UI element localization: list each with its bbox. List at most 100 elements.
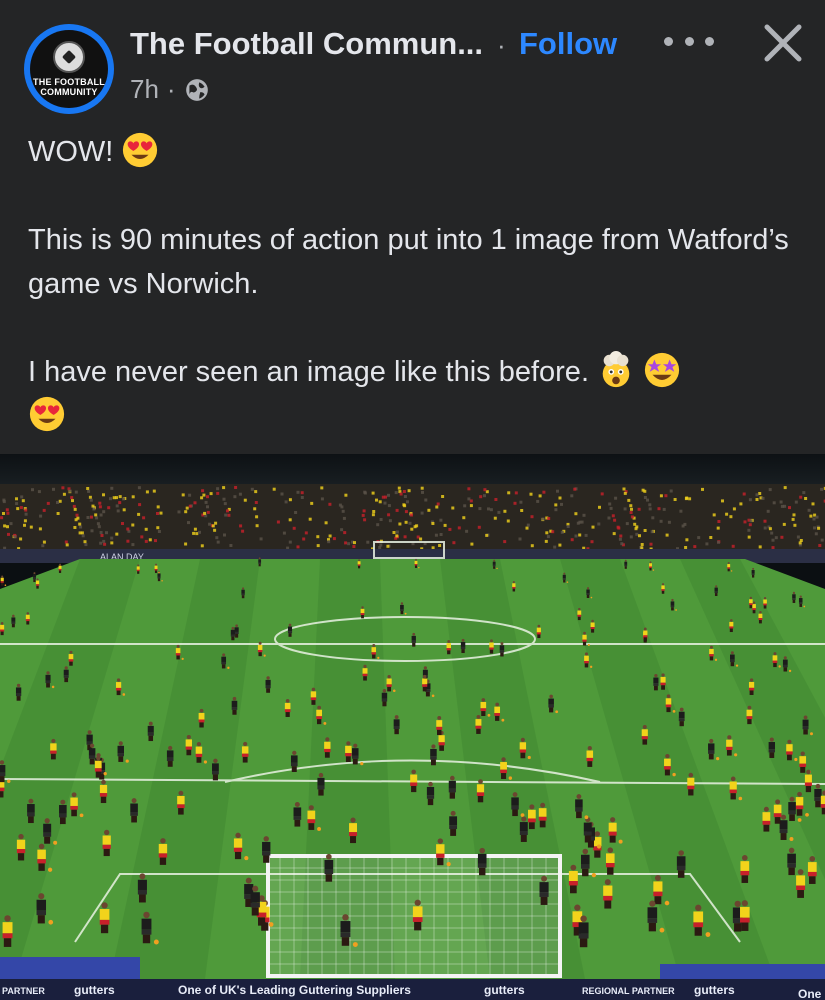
name-follow-separator: · (497, 30, 506, 60)
ad-board-bottom-left-graphic (0, 957, 140, 979)
ball (590, 596, 593, 599)
ball (810, 732, 813, 736)
ball (675, 609, 678, 611)
ball (501, 718, 505, 722)
player-figure (32, 572, 37, 583)
ball (487, 713, 491, 717)
post-line-description: This is 90 minutes of action put into 1 … (28, 224, 789, 300)
ball (734, 753, 738, 757)
football-icon (53, 41, 85, 73)
ball (735, 664, 739, 667)
ball (591, 873, 597, 878)
post-timestamp[interactable]: 7h (130, 74, 159, 105)
ball (730, 570, 733, 572)
page-avatar[interactable]: The Football Community (24, 24, 114, 114)
ball (47, 867, 53, 872)
crowd-stand (0, 484, 825, 559)
post-meta: 7h · (130, 74, 210, 105)
avatar-logo: The Football Community (30, 30, 108, 108)
post-text-never-seen: I have never seen an image like this bef… (28, 356, 589, 388)
stadium-composite-image: ALAN DAY PARTNER gutters One of UK's Lea… (0, 454, 825, 1000)
ball (418, 566, 420, 569)
ball (672, 710, 676, 713)
player-figure (58, 563, 62, 573)
ball (496, 567, 498, 570)
ball (508, 776, 513, 780)
ball (360, 761, 364, 766)
ball (797, 818, 802, 822)
ball (103, 772, 107, 776)
ball (705, 932, 711, 937)
ball (161, 579, 163, 582)
ball (714, 658, 718, 661)
ad-partner-text: PARTNER (2, 986, 45, 996)
ball (527, 755, 531, 760)
post-text-wow: WOW! (28, 136, 114, 168)
ad-one-text: One (798, 987, 822, 1000)
ball (584, 815, 589, 820)
ball (659, 927, 665, 933)
player-figure (0, 575, 4, 586)
ball (664, 900, 670, 906)
post-line-never-seen: I have never seen an image like this bef… (28, 350, 808, 438)
ball (618, 839, 623, 844)
star-struck-emoji-icon (645, 353, 680, 388)
ball (268, 922, 274, 927)
ball (317, 827, 321, 831)
ball (404, 612, 407, 615)
globe-icon (185, 78, 208, 101)
ball (597, 844, 602, 849)
close-icon[interactable] (760, 20, 806, 66)
ball (716, 757, 720, 761)
ball (122, 693, 126, 696)
follow-button[interactable]: Follow (519, 26, 617, 62)
post-body: WOW! This is 90 minutes of action put in… (28, 130, 808, 438)
ball (153, 939, 159, 945)
ball (446, 862, 451, 867)
ball (244, 856, 249, 861)
ball (392, 689, 396, 693)
ball (672, 772, 676, 777)
ball (79, 813, 84, 818)
ball (555, 710, 559, 714)
ball (4, 584, 7, 587)
ball (788, 669, 792, 673)
ball (48, 919, 54, 925)
ball (53, 840, 58, 845)
ball (589, 665, 593, 669)
ad-regional-partner: REGIONAL PARTNER (582, 986, 675, 996)
ball (263, 654, 266, 657)
post-line-wow: WOW! (28, 130, 808, 174)
exploding-head-emoji-icon (602, 351, 630, 388)
ad-brand-3: gutters (694, 983, 735, 997)
ad-brand-1: gutters (74, 983, 115, 997)
ball (51, 685, 55, 689)
ball (158, 571, 160, 574)
post-photo[interactable]: ALAN DAY PARTNER gutters One of UK's Lea… (0, 454, 825, 1000)
page-name-link[interactable]: The Football Commun... (130, 26, 483, 62)
ball (431, 694, 435, 698)
more-options-icon[interactable] (664, 26, 714, 56)
ball (352, 942, 358, 948)
ball (803, 605, 806, 608)
ball (805, 812, 809, 817)
ball (125, 759, 129, 763)
ball (566, 581, 569, 583)
ball (181, 657, 184, 661)
avatar-logo-text: The Football Community (33, 77, 105, 97)
ball (794, 757, 798, 762)
ball (377, 656, 380, 660)
heart-eyes-emoji-icon (123, 133, 158, 168)
ball (227, 666, 230, 670)
ball (203, 760, 208, 764)
post-header: The Football Community The Football Comm… (0, 0, 825, 120)
ball (789, 837, 794, 841)
ball (7, 779, 11, 783)
ball (520, 813, 525, 817)
ball (323, 721, 327, 725)
ball (738, 796, 743, 801)
ball (587, 643, 590, 647)
ad-board-bottom-right-graphic (660, 964, 825, 980)
ad-brand-2: gutters (484, 983, 525, 997)
meta-separator: · (166, 74, 176, 104)
